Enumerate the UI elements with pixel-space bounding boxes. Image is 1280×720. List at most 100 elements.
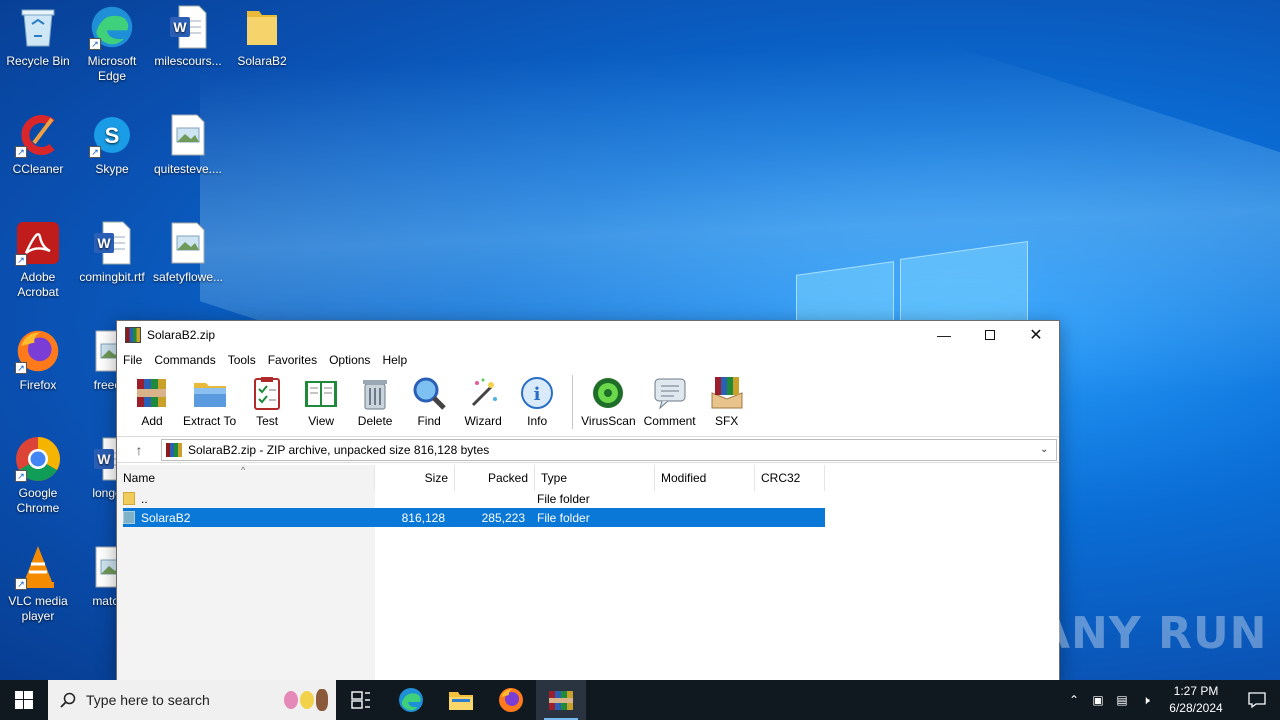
notifications-button[interactable] [1234,691,1280,709]
info-button[interactable]: i Info [514,375,560,428]
virusscan-button[interactable]: VirusScan [581,375,636,428]
taskbar: Type here to search ⌃ ▣ ▤ 🕨 1:27 PM 6/28… [0,680,1280,720]
image-file-icon [165,220,211,266]
file-packed: 285,223 [481,510,525,525]
toolbar-label: SFX [714,414,739,428]
desktop-icon-recycle-bin[interactable]: Recycle Bin [0,4,76,69]
desktop-icon-label: Google Chrome [16,486,60,515]
toolbar-label: Delete [357,414,393,428]
view-button[interactable]: View [298,375,344,428]
comment-button[interactable]: Comment [644,375,696,428]
file-size: 816,128 [401,510,445,525]
shortcut-arrow-icon: ↗ [15,146,27,158]
show-hidden-icons-button[interactable]: ⌃ [1062,693,1086,707]
clock[interactable]: 1:27 PM 6/28/2024 [1158,683,1234,717]
delete-button[interactable]: Delete [352,375,398,428]
sfx-button[interactable]: SFX [704,375,750,428]
file-row[interactable]: .. File folder [123,489,825,508]
skype-icon: S ↗ [89,112,135,158]
column-type[interactable]: Type [535,465,655,491]
winrar-icon [549,691,573,710]
shortcut-arrow-icon: ↗ [89,146,101,158]
toolbar: Add Extract To Test View Delete Find Wizard i In… [117,371,1059,437]
network-icon[interactable]: ▤ [1110,693,1134,707]
word-document-icon: W [165,4,211,50]
test-button[interactable]: Test [244,375,290,428]
desktop-icon-google-chrome[interactable]: ↗ Google Chrome [0,436,76,516]
column-name[interactable]: Name ^ [117,465,375,491]
info-icon: i [519,375,555,411]
search-highlight-image [276,685,336,715]
extract-folder-icon [192,375,228,411]
ccleaner-icon: ↗ [15,112,61,158]
volume-icon[interactable]: 🕨 [1134,693,1158,708]
shortcut-arrow-icon: ↗ [89,38,101,50]
taskbar-winrar[interactable] [536,680,586,720]
desktop-icon-adobe-acrobat[interactable]: ↗ Adobe Acrobat [0,220,76,300]
network-share-icon[interactable]: ▣ [1086,693,1110,707]
desktop-icon-microsoft-edge[interactable]: ↗ Microsoft Edge [74,4,150,84]
search-icon [60,692,76,708]
svg-text:S: S [105,123,120,148]
toolbar-label: Info [527,414,548,428]
title-bar[interactable]: SolaraB2.zip — ✕ [117,321,1059,349]
file-row-selected[interactable]: SolaraB2 816,128 285,223 File folder [123,508,825,527]
menu-options[interactable]: Options [329,353,370,367]
desktop-icon-vlc-media-player[interactable]: ↗ VLC media player [0,544,76,624]
shortcut-arrow-icon: ↗ [15,362,27,374]
find-button[interactable]: Find [406,375,452,428]
taskbar-file-explorer[interactable] [436,680,486,720]
shortcut-arrow-icon: ↗ [15,578,27,590]
desktop-icon-comingbit-rtf[interactable]: Wcomingbit.rtf [74,220,150,285]
task-view-button[interactable] [336,680,386,720]
firefox-icon [499,688,523,712]
column-size[interactable]: Size [375,465,455,491]
svg-text:W: W [97,451,111,467]
desktop-icon-label: safetyflowe... [152,270,224,284]
address-bar: ↑ SolaraB2.zip - ZIP archive, unpacked s… [117,437,1059,463]
edge-icon: ↗ [89,4,135,50]
column-packed[interactable]: Packed [455,465,535,491]
toolbar-label: Comment [643,414,696,428]
start-button[interactable] [0,680,48,720]
menu-file[interactable]: File [123,353,142,367]
column-crc32[interactable]: CRC32 [755,465,825,491]
desktop-icon-safetyflowe[interactable]: safetyflowe... [150,220,226,285]
up-folder-button[interactable]: ↑ [117,442,161,458]
desktop-icon-ccleaner[interactable]: ↗ CCleaner [0,112,76,177]
toolbar-label: Wizard [464,414,502,428]
sfx-box-icon [709,375,745,411]
desktop-icon-solarab2[interactable]: SolaraB2 [224,4,300,69]
desktop-icon-milescours[interactable]: Wmilescours... [150,4,226,69]
minimize-icon: — [937,327,951,343]
desktop-icon-skype[interactable]: S ↗ Skype [74,112,150,177]
file-name: SolaraB2 [141,510,191,525]
column-modified[interactable]: Modified [655,465,755,491]
taskbar-firefox[interactable] [486,680,536,720]
toolbar-label: Extract To [183,414,237,428]
archive-path-dropdown[interactable]: SolaraB2.zip - ZIP archive, unpacked siz… [161,438,1057,461]
window-title: SolaraB2.zip [147,328,216,342]
wizard-button[interactable]: Wizard [460,375,506,428]
toolbar-label: Test [256,414,279,428]
toolbar-separator [572,375,574,429]
minimize-button[interactable]: — [921,321,967,349]
desktop-icon-quitesteve[interactable]: quitesteve.... [150,112,226,177]
windows-icon [15,691,33,709]
close-button[interactable]: ✕ [1013,321,1059,349]
chevron-up-icon: ⌃ [1068,693,1080,707]
taskbar-edge[interactable] [386,680,436,720]
menu-commands[interactable]: Commands [154,353,215,367]
add-button[interactable]: Add [129,375,175,428]
taskbar-search-box[interactable]: Type here to search [48,680,336,720]
menu-favorites[interactable]: Favorites [268,353,317,367]
desktop-icon-label: CCleaner [12,162,64,176]
menu-help[interactable]: Help [382,353,407,367]
winrar-window: SolaraB2.zip — ✕ File Commands Tools Favori… [116,320,1060,682]
maximize-icon [985,330,995,340]
maximize-button[interactable] [967,321,1013,349]
extract-to-button[interactable]: Extract To [183,375,236,428]
desktop-icon-firefox[interactable]: ↗ Firefox [0,328,76,393]
menu-tools[interactable]: Tools [228,353,256,367]
image-file-icon [165,112,211,158]
